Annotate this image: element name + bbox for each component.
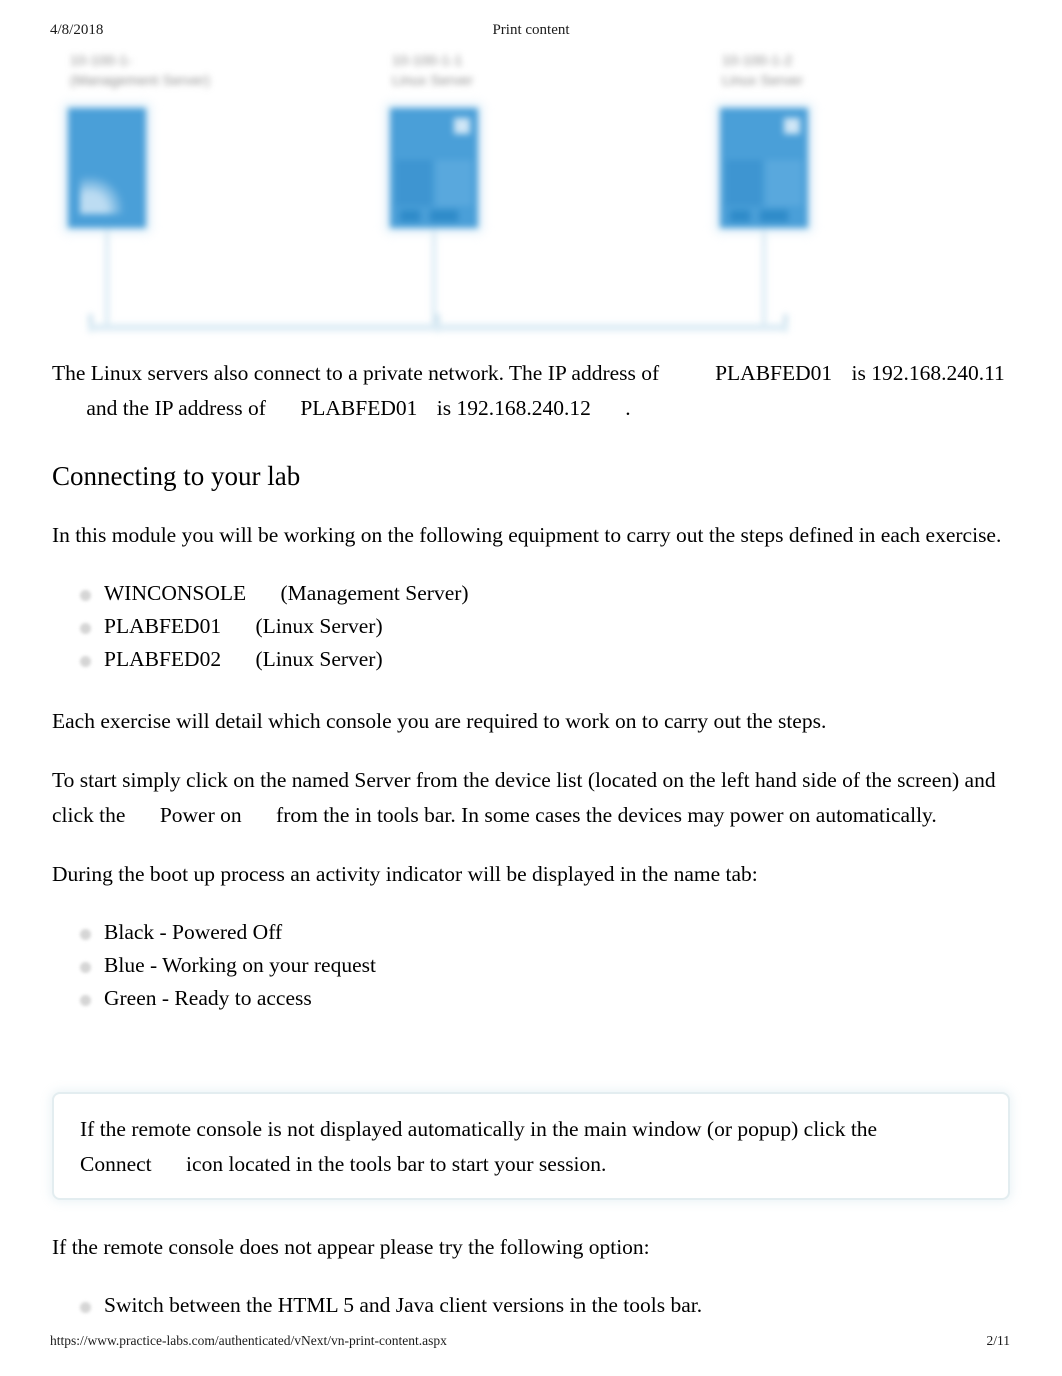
print-footer-url: https://www.practice-labs.com/authentica… xyxy=(50,1333,447,1348)
equipment-role: (Linux Server) xyxy=(255,614,383,638)
callout-part2: icon located in the tools bar to start y… xyxy=(186,1152,607,1176)
equipment-list: WINCONSOLE (Management Server) PLABFED01 (… xyxy=(52,577,1018,676)
intro-host-2: PLABFED01 xyxy=(300,396,418,420)
print-footer-page-number: 2/11 xyxy=(986,1333,1011,1348)
diagram-node-label-line1: 10-100-1-2 xyxy=(722,52,793,68)
equipment-name: WINCONSOLE xyxy=(104,581,247,605)
equipment-name: PLABFED01 xyxy=(104,614,222,638)
print-header: 4/8/2018 Print content xyxy=(0,22,1062,44)
server-icon-detail xyxy=(784,118,800,134)
section-heading: Connecting to your lab xyxy=(52,461,301,491)
server-icon-detail xyxy=(730,210,750,222)
start-paragraph: To start simply click on the named Serve… xyxy=(52,763,1018,833)
fallback-paragraph: If the remote console does not appear pl… xyxy=(52,1235,650,1259)
server-icon-detail xyxy=(726,160,762,206)
server-icon-detail xyxy=(430,210,458,222)
server-icon-detail xyxy=(436,160,472,206)
diagram-connector-line xyxy=(105,228,109,328)
server-icon xyxy=(720,108,808,228)
list-item: Black - Powered Off xyxy=(52,916,1018,949)
intro-part5: . xyxy=(625,396,631,420)
intro-paragraph: The Linux servers also connect to a priv… xyxy=(52,356,1018,426)
equipment-role: (Linux Server) xyxy=(255,647,383,671)
network-topology-diagram: 10-100-1- (Management Server) 10-100-1-1… xyxy=(50,42,1010,342)
intro-ip-2: 192.168.240.12 xyxy=(456,396,591,420)
equipment-role: (Management Server) xyxy=(280,581,469,605)
intro-part1: The Linux servers also connect to a priv… xyxy=(52,361,660,385)
fallback-list: Switch between the HTML 5 and Java clien… xyxy=(52,1289,1018,1322)
list-item: PLABFED02 (Linux Server) xyxy=(52,643,1018,676)
power-on-action: Power on xyxy=(159,803,242,827)
diagram-node-label: 10-100-1-1 Linux Server xyxy=(392,50,622,91)
equipment-name: PLABFED02 xyxy=(104,647,222,671)
connect-action: Connect xyxy=(80,1152,152,1176)
diagram-node-label: 10-100-1-2 Linux Server xyxy=(722,50,952,91)
server-icon-detail xyxy=(80,168,130,214)
diagram-node-management-server: 10-100-1- (Management Server) xyxy=(58,42,308,342)
intro-part3: and the IP address of xyxy=(86,396,266,420)
diagram-network-bus xyxy=(88,324,788,331)
each-exercise-paragraph: Each exercise will detail which console … xyxy=(52,709,827,733)
fallback-section: If the remote console does not appear pl… xyxy=(52,1230,1018,1322)
server-icon-detail xyxy=(400,210,420,222)
note-callout: If the remote console is not displayed a… xyxy=(52,1092,1010,1200)
server-icon-detail xyxy=(396,160,432,206)
document-body: The Linux servers also connect to a priv… xyxy=(52,356,1018,1015)
diagram-connector-line xyxy=(762,228,766,328)
note-callout-text: If the remote console is not displayed a… xyxy=(80,1112,980,1182)
diagram-node-label-line1: 10-100-1-1 xyxy=(392,52,463,68)
server-icon-detail xyxy=(454,118,470,134)
print-footer: https://www.practice-labs.com/authentica… xyxy=(0,1333,1062,1355)
diagram-node-label-line2: Linux Server xyxy=(722,72,803,89)
list-item: Green - Ready to access xyxy=(52,982,1018,1015)
intro-ip-1: 192.168.240.11 xyxy=(871,361,1005,385)
server-icon xyxy=(390,108,478,228)
server-icon-detail xyxy=(760,210,788,222)
list-item: Switch between the HTML 5 and Java clien… xyxy=(52,1289,1018,1322)
server-icon xyxy=(68,108,146,228)
server-icon-detail xyxy=(766,160,802,206)
module-paragraph: In this module you will be working on th… xyxy=(52,523,1002,547)
print-title: Print content xyxy=(492,22,570,38)
intro-part4: is xyxy=(436,396,452,420)
boot-paragraph: During the boot up process an activity i… xyxy=(52,862,758,886)
diagram-node-label-line1: 10-100-1- xyxy=(70,52,133,68)
list-item: Blue - Working on your request xyxy=(52,949,1018,982)
diagram-node-label: 10-100-1- (Management Server) xyxy=(70,50,300,91)
callout-part1: If the remote console is not displayed a… xyxy=(80,1117,878,1141)
diagram-node-label-line2: (Management Server) xyxy=(70,72,210,89)
diagram-node-label-line2: Linux Server xyxy=(392,72,473,89)
diagram-connector-line xyxy=(432,228,436,328)
intro-part2: is xyxy=(851,361,866,385)
list-item: PLABFED01 (Linux Server) xyxy=(52,610,1018,643)
intro-host-1: PLABFED01 xyxy=(715,361,833,385)
list-item: WINCONSOLE (Management Server) xyxy=(52,577,1018,610)
start-part2: from the in tools bar. In some cases the… xyxy=(276,803,937,827)
indicator-list: Black - Powered Off Blue - Working on yo… xyxy=(52,916,1018,1015)
diagram-node-linux-server-2: 10-100-1-2 Linux Server xyxy=(710,42,960,342)
diagram-node-linux-server-1: 10-100-1-1 Linux Server xyxy=(380,42,630,342)
